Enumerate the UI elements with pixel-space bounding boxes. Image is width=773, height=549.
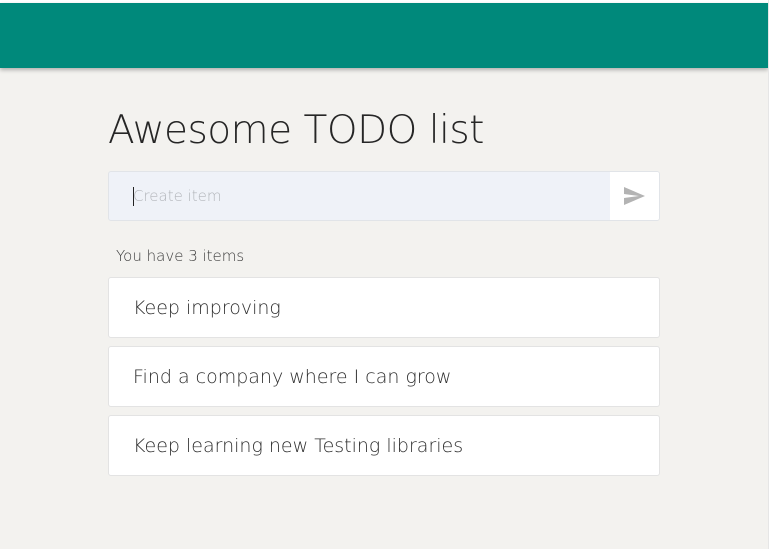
todo-item-text: Keep learning new Testing libraries [133,434,464,457]
todo-item-text: Keep improving [133,296,281,319]
todo-item[interactable]: Keep learning new Testing libraries [108,415,660,476]
app-bar [0,3,768,68]
page: Awesome TODO list You have 3 items Keep … [0,3,768,549]
page-title: Awesome TODO list [108,108,484,153]
text-cursor [133,187,134,206]
scrollbar[interactable] [768,0,773,549]
todo-list: Keep improving Find a company where I ca… [108,277,660,484]
create-item-form [108,171,660,221]
item-count: You have 3 items [116,247,245,265]
create-item-button[interactable] [610,172,659,220]
todo-item-text: Find a company where I can grow [133,365,452,388]
create-item-input[interactable] [109,172,611,220]
todo-item[interactable]: Find a company where I can grow [108,346,660,407]
todo-item[interactable]: Keep improving [108,277,660,338]
send-icon [624,187,645,205]
